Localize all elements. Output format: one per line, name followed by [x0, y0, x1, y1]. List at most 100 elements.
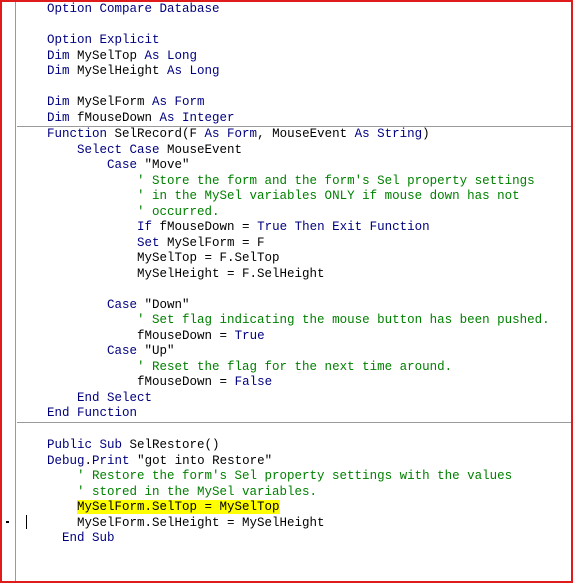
- code-token-id: MySelForm = F: [167, 235, 265, 250]
- code-token-id: fMouseDown =: [137, 328, 235, 343]
- code-line[interactable]: ' stored in the MySel variables.: [17, 485, 571, 501]
- code-line[interactable]: Case "Up": [17, 344, 571, 360]
- code-line[interactable]: [17, 421, 571, 439]
- code-token-id: [17, 127, 47, 141]
- code-token-kw: True: [234, 328, 265, 343]
- code-line[interactable]: End Function: [17, 406, 571, 422]
- text-cursor-caret: [26, 515, 27, 529]
- code-token-id: MySelForm: [77, 95, 153, 109]
- code-token-id: "Down": [144, 297, 190, 312]
- code-token-id: [17, 329, 137, 343]
- code-token-id: SelRestore(): [129, 438, 220, 452]
- code-token-id: fMouseDown =: [137, 375, 235, 389]
- code-line[interactable]: MySelHeight = F.SelHeight: [17, 267, 571, 283]
- code-line[interactable]: [17, 282, 571, 298]
- code-line[interactable]: ' Store the form and the form's Sel prop…: [17, 174, 571, 190]
- code-line[interactable]: Select Case MouseEvent: [17, 143, 571, 159]
- code-line[interactable]: End Sub: [17, 531, 571, 547]
- code-token-id: [17, 49, 47, 63]
- code-line[interactable]: fMouseDown = False: [17, 375, 571, 391]
- code-token-id: MySelHeight = F.SelHeight: [137, 266, 325, 281]
- code-token-id: "Up": [144, 344, 175, 358]
- code-line[interactable]: ' Reset the flag for the next time aroun…: [17, 360, 571, 376]
- code-line[interactable]: Debug.Print "got into Restore": [17, 454, 571, 470]
- code-token-cm: ' Store the form and the form's Sel prop…: [137, 173, 535, 188]
- code-token-kw: Case: [107, 344, 145, 358]
- code-token-kw: As Long: [167, 64, 220, 78]
- code-line[interactable]: [17, 18, 571, 34]
- code-token-kw: True Then Exit Function: [257, 220, 430, 234]
- code-line[interactable]: Dim MySelForm As Form: [17, 95, 571, 111]
- code-token-id: [17, 2, 47, 16]
- code-token-id: [17, 454, 47, 468]
- code-token-kw: As Form: [152, 95, 205, 109]
- code-token-id: , MouseEvent: [257, 127, 355, 141]
- code-token-cm: ' occurred.: [137, 204, 220, 219]
- code-line[interactable]: fMouseDown = True: [17, 329, 571, 345]
- code-token-cm: ' Reset the flag for the next time aroun…: [137, 359, 453, 374]
- code-token-id: "Move": [144, 158, 190, 172]
- code-token-id: [17, 406, 47, 420]
- code-line[interactable]: Option Compare Database: [17, 2, 571, 18]
- code-line[interactable]: End Select: [17, 391, 571, 407]
- code-line[interactable]: Dim fMouseDown As Integer: [17, 111, 571, 127]
- editor-margin-indicator-bar[interactable]: [2, 2, 16, 581]
- code-token-id: MouseEvent: [167, 142, 243, 157]
- code-line[interactable]: Function SelRecord(F As Form, MouseEvent…: [17, 126, 571, 143]
- code-token-kw: Dim: [47, 48, 78, 63]
- code-token-kw: As String: [354, 127, 423, 141]
- code-token-id: [17, 375, 137, 389]
- code-token-kw: Dim: [47, 64, 78, 78]
- code-token-kw: Case: [107, 158, 145, 172]
- code-line[interactable]: ' Set flag indicating the mouse button h…: [17, 313, 571, 329]
- code-token-id: [17, 391, 77, 405]
- code-line[interactable]: Case "Move": [17, 158, 571, 174]
- code-token-cm: ' Set flag indicating the mouse button h…: [137, 313, 550, 327]
- code-token-cm: ' Restore the form's Sel property settin…: [77, 469, 513, 483]
- code-line[interactable]: If fMouseDown = True Then Exit Function: [17, 220, 571, 236]
- code-token-kw: Print: [92, 453, 138, 468]
- code-line[interactable]: Option Explicit: [17, 33, 571, 49]
- code-line[interactable]: MySelTop = F.SelTop: [17, 251, 571, 267]
- code-token-kw: Select Case: [77, 142, 168, 157]
- code-line[interactable]: ' in the MySel variables ONLY if mouse d…: [17, 189, 571, 205]
- code-token-id: [17, 205, 137, 219]
- code-token-id: [17, 267, 137, 281]
- code-token-id: fMouseDown =: [159, 220, 258, 234]
- code-token-id: MySelTop: [77, 48, 145, 63]
- code-line[interactable]: ' Restore the form's Sel property settin…: [17, 469, 571, 485]
- code-token-id: fMouseDown: [77, 110, 160, 125]
- code-line[interactable]: Case "Down": [17, 298, 571, 314]
- code-line[interactable]: Set MySelForm = F: [17, 236, 571, 252]
- code-token-kw: Case: [107, 297, 145, 312]
- code-token-kw: Debug: [47, 453, 85, 468]
- code-token-id: [17, 95, 47, 109]
- code-line-list: Option Compare Database Option Explicit …: [17, 2, 571, 547]
- code-token-id: SelRecord(F: [114, 127, 205, 141]
- code-line[interactable]: [17, 80, 571, 96]
- code-token-id: [17, 189, 137, 203]
- code-line[interactable]: MySelForm.SelHeight = MySelHeight: [17, 516, 571, 532]
- code-token-id: [17, 298, 107, 312]
- code-line[interactable]: Public Sub SelRestore(): [17, 438, 571, 454]
- code-text-area[interactable]: Option Compare Database Option Explicit …: [17, 2, 571, 581]
- code-line[interactable]: Dim MySelHeight As Long: [17, 64, 571, 80]
- code-token-id: MySelForm.SelHeight = MySelHeight: [77, 515, 325, 530]
- code-token-cm: ' stored in the MySel variables.: [77, 484, 318, 499]
- code-token-id: [17, 220, 137, 234]
- code-token-kw: If: [137, 220, 160, 234]
- margin-bookmark-marker[interactable]: [6, 521, 9, 523]
- code-token-kw: Function: [47, 127, 115, 141]
- code-token-id: [17, 33, 47, 47]
- code-line-selected[interactable]: MySelForm.SelTop = MySelTop: [17, 500, 571, 516]
- code-line[interactable]: Dim MySelTop As Long: [17, 49, 571, 65]
- code-token-hl: MySelForm.SelTop = MySelTop: [77, 500, 280, 514]
- code-token-id: [17, 111, 47, 125]
- code-token-id: [17, 438, 47, 452]
- code-token-kw: As Integer: [159, 110, 235, 125]
- code-line[interactable]: ' occurred.: [17, 205, 571, 221]
- code-token-kw: Public Sub: [47, 438, 130, 452]
- code-token-id: [17, 500, 77, 514]
- code-token-id: [17, 344, 107, 358]
- code-token-id: [17, 531, 62, 545]
